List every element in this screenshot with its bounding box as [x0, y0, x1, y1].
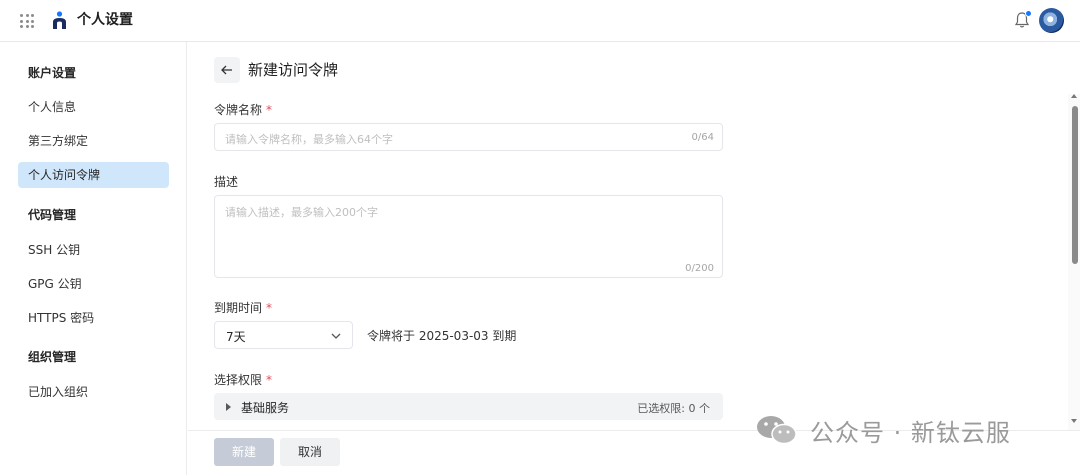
- scroll-up-arrow-icon[interactable]: [1071, 94, 1077, 98]
- watermark: 公众号 · 新钛云服: [756, 410, 1011, 450]
- sidebar-item-access-tokens[interactable]: 个人访问令牌: [18, 162, 169, 188]
- cancel-button[interactable]: 取消: [280, 438, 340, 466]
- app-grid-icon[interactable]: [20, 14, 34, 28]
- sidebar-group-code: 代码管理: [28, 208, 77, 222]
- permission-selected-count: 已选权限: 0 个: [637, 402, 710, 415]
- main-content: 新建访问令牌 令牌名称 * 请输入令牌名称，最多输入64个字 0/64 描述 请输…: [188, 42, 1068, 430]
- expiry-label: 到期时间 *: [214, 301, 273, 315]
- expiry-selected-value: 7天: [226, 330, 246, 344]
- sidebar-group-account: 账户设置: [28, 66, 77, 80]
- description-label: 描述: [214, 175, 239, 189]
- scrollbar-thumb[interactable]: [1072, 106, 1078, 264]
- description-textarea[interactable]: 请输入描述，最多输入200个字 0/200: [214, 195, 723, 278]
- token-name-placeholder: 请输入令牌名称，最多输入64个字: [225, 133, 393, 146]
- description-counter: 0/200: [685, 263, 714, 274]
- sidebar-group-org: 组织管理: [28, 350, 77, 364]
- arrow-left-icon: [221, 65, 232, 75]
- expiry-select[interactable]: 7天: [214, 321, 353, 349]
- token-name-label: 令牌名称 *: [214, 103, 273, 117]
- sidebar-item-third-party[interactable]: 第三方绑定: [18, 128, 169, 154]
- sidebar-item-ssh-keys[interactable]: SSH 公钥: [18, 237, 169, 263]
- page-title: 个人设置: [77, 12, 133, 28]
- wechat-icon: [757, 416, 797, 445]
- top-header: 个人设置: [0, 0, 1080, 42]
- sidebar-item-gpg-keys[interactable]: GPG 公钥: [18, 271, 169, 297]
- sidebar: 账户设置 个人信息 第三方绑定 个人访问令牌 代码管理 SSH 公钥 GPG 公…: [0, 42, 187, 475]
- app-logo-icon: [53, 11, 66, 29]
- form-title: 新建访问令牌: [248, 61, 339, 79]
- create-button[interactable]: 新建: [214, 438, 274, 466]
- watermark-text: 公众号 · 新钛云服: [810, 418, 1011, 447]
- token-name-input[interactable]: 请输入令牌名称，最多输入64个字 0/64: [214, 123, 723, 151]
- permission-group-basic[interactable]: 基础服务 已选权限: 0 个: [214, 393, 723, 420]
- token-name-counter: 0/64: [691, 132, 714, 143]
- description-placeholder: 请输入描述，最多输入200个字: [225, 206, 378, 219]
- sidebar-item-https-password[interactable]: HTTPS 密码: [18, 305, 169, 331]
- back-button[interactable]: [214, 57, 240, 83]
- chevron-down-icon: [331, 333, 341, 339]
- permissions-label: 选择权限 *: [214, 373, 273, 387]
- caret-right-icon: [226, 403, 231, 411]
- sidebar-item-personal-info[interactable]: 个人信息: [18, 94, 169, 120]
- notification-dot: [1025, 10, 1032, 17]
- avatar[interactable]: [1039, 8, 1064, 33]
- permission-group-name: 基础服务: [241, 401, 290, 415]
- expiry-note: 令牌将于 2025-03-03 到期: [367, 329, 517, 343]
- sidebar-item-joined-orgs[interactable]: 已加入组织: [18, 379, 169, 405]
- scroll-down-arrow-icon[interactable]: [1071, 419, 1077, 423]
